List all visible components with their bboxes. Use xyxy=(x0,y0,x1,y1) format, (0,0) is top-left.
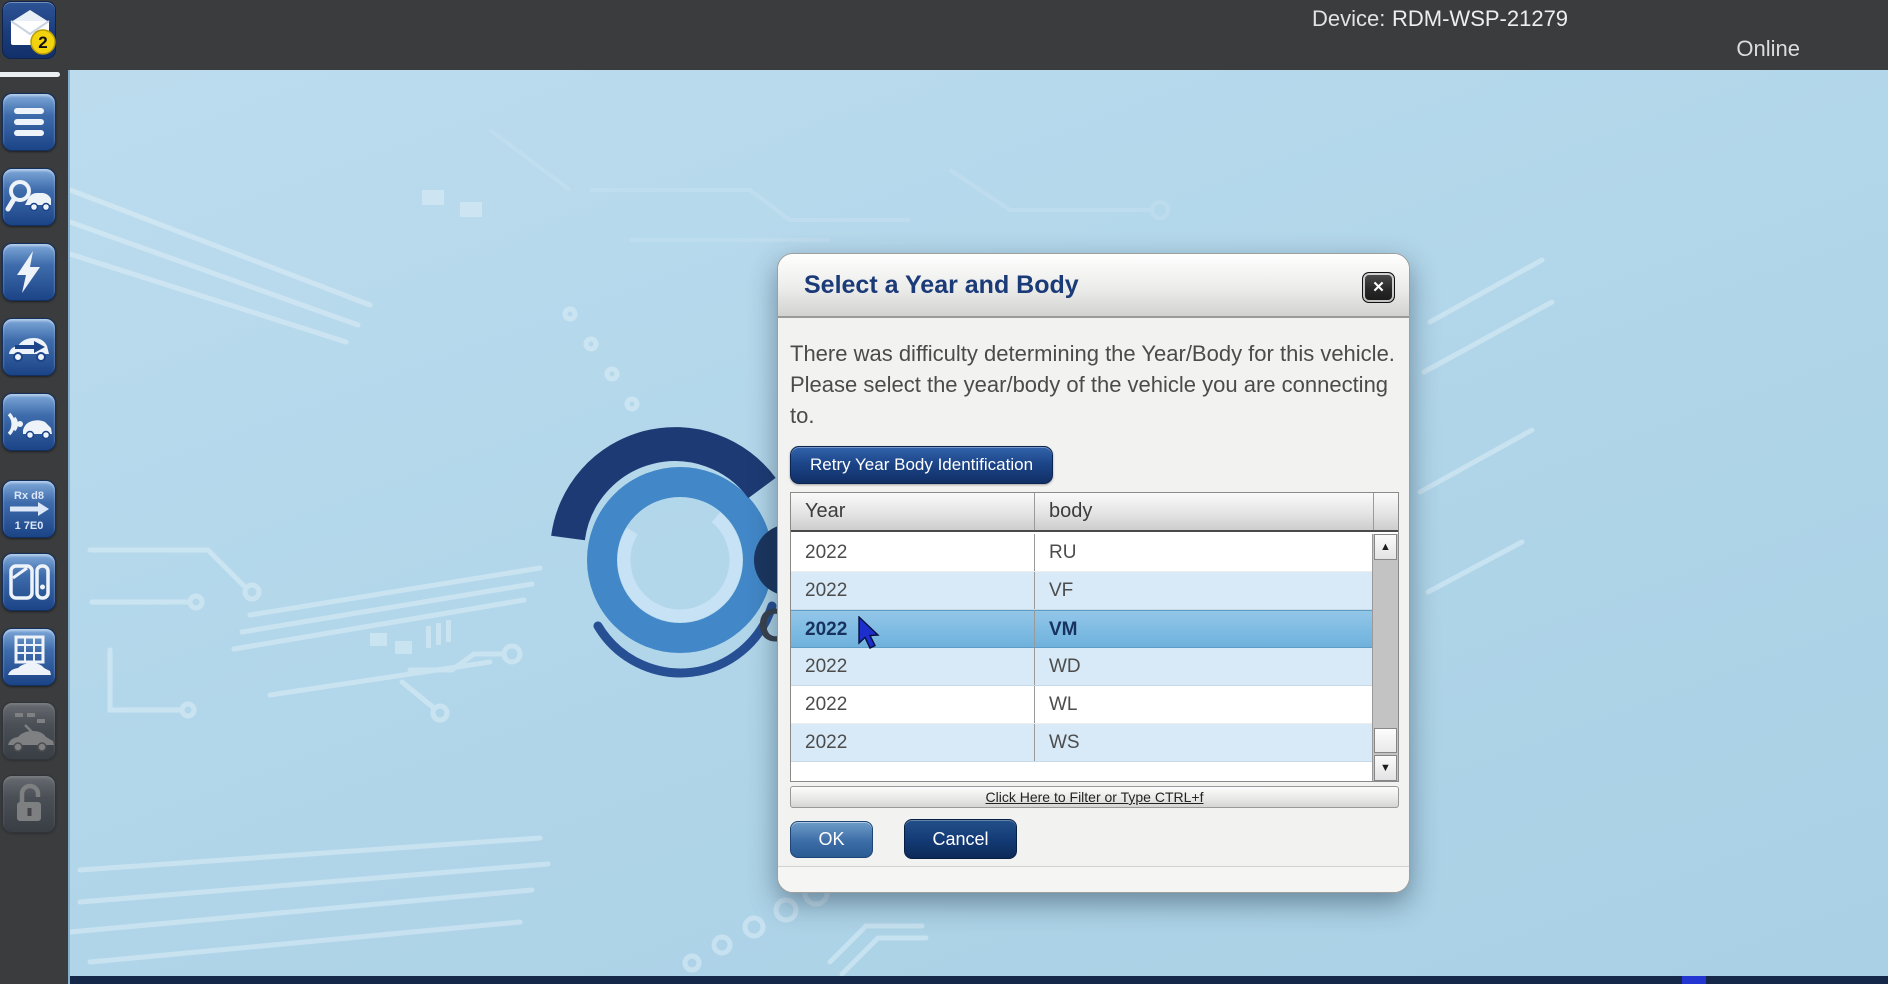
sidebar: Rx d8 1 7E0 xyxy=(0,70,68,984)
cell-body[interactable]: VM xyxy=(1035,611,1372,647)
app-window: 2 Device: RDM-WSP-21279 Online xyxy=(0,0,1888,984)
column-header-year[interactable]: Year xyxy=(791,493,1035,530)
mail-icon: 2 xyxy=(3,2,57,60)
dialog-button-row: OK Cancel xyxy=(790,819,1397,859)
sidebar-item-vehicle-search[interactable] xyxy=(2,168,56,226)
sidebar-item-flash[interactable] xyxy=(2,243,56,301)
scroll-down-button[interactable]: ▼ xyxy=(1374,755,1397,781)
top-bar: 2 Device: RDM-WSP-21279 Online xyxy=(0,0,1888,70)
device-label: Device: xyxy=(1312,6,1385,32)
cell-body[interactable]: RU xyxy=(1035,534,1372,571)
messages-button[interactable]: 2 xyxy=(2,1,56,59)
bottom-strip-highlight xyxy=(1682,976,1706,984)
cell-year[interactable]: 2022 xyxy=(791,724,1035,761)
scroll-up-button[interactable]: ▲ xyxy=(1374,534,1397,560)
dialog-title-bar: Select a Year and Body ✕ xyxy=(778,254,1409,318)
ok-button[interactable]: OK xyxy=(790,821,873,858)
lightning-icon xyxy=(3,246,55,298)
search-vehicle-icon xyxy=(3,171,55,223)
mail-badge-count: 2 xyxy=(38,33,47,52)
table-row[interactable]: 2022RU xyxy=(791,534,1372,572)
sidebar-item-data-logger[interactable]: Rx d8 1 7E0 xyxy=(2,480,56,538)
retry-year-body-button[interactable]: Retry Year Body Identification xyxy=(790,446,1053,484)
select-year-body-dialog: Select a Year and Body ✕ There was diffi… xyxy=(777,253,1410,893)
filter-bar-label: Click Here to Filter or Type CTRL+f xyxy=(986,789,1204,805)
sidebar-item-panels[interactable] xyxy=(2,553,56,611)
dialog-footer xyxy=(778,866,1409,892)
sidebar-item-unlock-disabled xyxy=(2,775,56,833)
table-body: 2022RU2022VF2022VM2022WD2022WL2022WS xyxy=(791,534,1372,781)
menu-icon xyxy=(3,96,55,148)
table-scrollbar[interactable]: ▲ ▼ xyxy=(1372,534,1398,781)
close-button[interactable]: ✕ xyxy=(1362,272,1395,303)
unlock-icon xyxy=(3,778,55,830)
building-car-icon xyxy=(3,631,55,683)
cell-year[interactable]: 2022 xyxy=(791,611,1035,647)
sidebar-item-vehicle-connect[interactable] xyxy=(2,318,56,376)
rx-bottom-label: 1 7E0 xyxy=(15,520,44,532)
cancel-button[interactable]: Cancel xyxy=(904,819,1017,859)
cell-year[interactable]: 2022 xyxy=(791,572,1035,609)
cell-year[interactable]: 2022 xyxy=(791,648,1035,685)
cell-body[interactable]: WS xyxy=(1035,724,1372,761)
sidebar-item-topology[interactable] xyxy=(2,628,56,686)
car-data-icon xyxy=(3,705,55,757)
dialog-body: There was difficulty determining the Yea… xyxy=(778,318,1409,859)
column-header-scroll-spacer xyxy=(1374,493,1398,530)
scrollbar-thumb[interactable] xyxy=(1374,728,1397,753)
rx-frames-icon: Rx d8 1 7E0 xyxy=(3,483,55,535)
dialog-message: There was difficulty determining the Yea… xyxy=(790,338,1404,431)
table-header: Year body xyxy=(791,493,1398,532)
device-value: RDM-WSP-21279 xyxy=(1392,6,1568,32)
cell-year[interactable]: 2022 xyxy=(791,686,1035,723)
column-header-body[interactable]: body xyxy=(1035,493,1374,530)
cell-body[interactable]: VF xyxy=(1035,572,1372,609)
cell-body[interactable]: WD xyxy=(1035,648,1372,685)
split-panels-icon xyxy=(3,556,55,608)
cell-year[interactable]: 2022 xyxy=(791,534,1035,571)
cell-body[interactable]: WL xyxy=(1035,686,1372,723)
online-status: Online xyxy=(1736,36,1800,62)
bottom-status-strip xyxy=(70,976,1888,984)
table-row[interactable]: 2022WD xyxy=(791,648,1372,686)
rx-top-label: Rx d8 xyxy=(14,490,44,502)
dialog-title: Select a Year and Body xyxy=(778,254,1409,316)
car-wireless-icon xyxy=(3,396,55,448)
table-row[interactable]: 2022WL xyxy=(791,686,1372,724)
mouse-cursor xyxy=(858,616,884,650)
sidebar-item-menu[interactable] xyxy=(2,93,56,151)
car-arrow-icon xyxy=(3,321,55,373)
sidebar-item-wireless-vehicle[interactable] xyxy=(2,393,56,451)
table-row[interactable]: 2022VF xyxy=(791,572,1372,610)
table-row[interactable]: 2022WS xyxy=(791,724,1372,762)
filter-bar[interactable]: Click Here to Filter or Type CTRL+f xyxy=(790,786,1399,808)
sidebar-item-vehicle-data-disabled xyxy=(2,702,56,760)
sidebar-separator xyxy=(0,72,60,77)
